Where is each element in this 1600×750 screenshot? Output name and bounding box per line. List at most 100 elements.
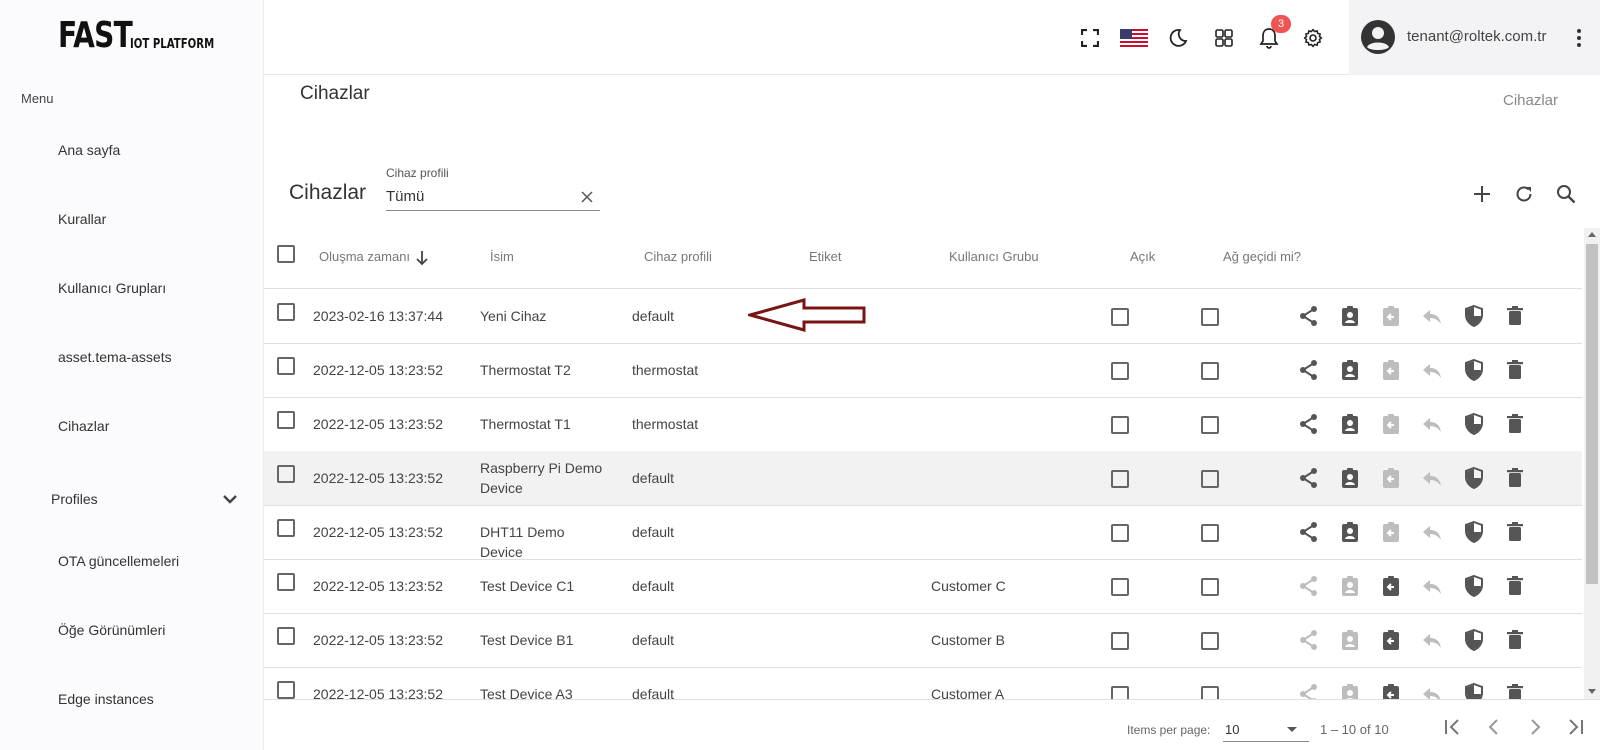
table-row[interactable]: 2022-12-05 13:23:52 Raspberry Pi Demo Dev…: [264, 451, 1582, 506]
previous-page-icon[interactable]: [1482, 715, 1506, 739]
unassign-icon[interactable]: [1379, 682, 1403, 699]
column-user-group[interactable]: Kullanıcı Grubu: [949, 249, 1039, 264]
add-icon[interactable]: [1470, 182, 1494, 206]
breadcrumb[interactable]: Cihazlar: [1503, 92, 1558, 109]
row-checkbox[interactable]: [277, 627, 295, 645]
unassign-icon[interactable]: [1379, 520, 1403, 544]
table-row[interactable]: 2022-12-05 13:23:52 Test Device C1 default…: [264, 559, 1582, 614]
unassign-icon[interactable]: [1379, 574, 1403, 598]
delete-icon[interactable]: [1503, 574, 1527, 598]
next-page-icon[interactable]: [1523, 715, 1547, 739]
gear-icon[interactable]: [1301, 26, 1325, 50]
share-icon[interactable]: [1297, 628, 1321, 652]
first-page-icon[interactable]: [1440, 715, 1464, 739]
sidebar-item-edge-instances[interactable]: Edge instances: [0, 679, 262, 719]
column-name[interactable]: İsim: [490, 249, 514, 264]
row-checkbox[interactable]: [277, 519, 295, 537]
sidebar-item-ota-updates[interactable]: OTA güncellemeleri: [0, 541, 262, 581]
security-shield-icon[interactable]: [1462, 520, 1486, 544]
row-checkbox[interactable]: [277, 465, 295, 483]
unassign-icon[interactable]: [1379, 466, 1403, 490]
fullscreen-icon[interactable]: [1078, 26, 1102, 50]
sidebar-item-user-groups[interactable]: Kullanıcı Grupları: [0, 268, 262, 308]
security-shield-icon[interactable]: [1462, 358, 1486, 382]
select-all-checkbox[interactable]: [277, 245, 295, 263]
share-icon[interactable]: [1297, 412, 1321, 436]
unassign-icon[interactable]: [1379, 358, 1403, 382]
assign-icon[interactable]: [1338, 304, 1362, 328]
created-time-cell: 2022-12-05 13:23:52: [313, 416, 443, 432]
share-icon[interactable]: [1297, 520, 1321, 544]
grid-icon[interactable]: [1212, 26, 1236, 50]
device-name-cell: Thermostat T1: [480, 416, 571, 432]
chevron-down-icon[interactable]: [222, 491, 238, 507]
last-page-icon[interactable]: [1564, 715, 1588, 739]
page-size-select[interactable]: 10: [1223, 718, 1309, 742]
share-icon[interactable]: [1297, 466, 1321, 490]
row-checkbox[interactable]: [277, 357, 295, 375]
moon-icon[interactable]: [1166, 26, 1190, 50]
unassign-icon[interactable]: [1379, 304, 1403, 328]
user-menu[interactable]: tenant@roltek.com.tr: [1349, 0, 1600, 75]
security-shield-icon[interactable]: [1462, 574, 1486, 598]
assign-icon[interactable]: [1338, 358, 1362, 382]
delete-icon[interactable]: [1503, 628, 1527, 652]
delete-icon[interactable]: [1503, 520, 1527, 544]
logo[interactable]: FAST IOT PLATFORM: [58, 18, 238, 54]
table-row[interactable]: 2022-12-05 13:23:52 Test Device A3 default…: [264, 667, 1582, 699]
security-shield-icon[interactable]: [1462, 304, 1486, 328]
sidebar-item-assets[interactable]: asset.tema-assets: [0, 337, 262, 377]
row-checkbox[interactable]: [277, 573, 295, 591]
unassign-icon[interactable]: [1379, 628, 1403, 652]
scrollbar-thumb[interactable]: [1586, 244, 1598, 584]
us-flag-icon[interactable]: [1120, 26, 1148, 50]
refresh-icon[interactable]: [1512, 182, 1536, 206]
unassign-icon[interactable]: [1379, 412, 1403, 436]
delete-icon[interactable]: [1503, 304, 1527, 328]
sidebar-item-devices[interactable]: Cihazlar: [0, 406, 262, 446]
column-device-profile[interactable]: Cihaz profili: [644, 249, 712, 264]
delete-icon[interactable]: [1503, 466, 1527, 490]
row-checkbox[interactable]: [277, 681, 295, 699]
column-created-time[interactable]: Oluşma zamanı: [319, 249, 410, 264]
table-row[interactable]: 2022-12-05 13:23:52 Test Device B1 default…: [264, 613, 1582, 668]
search-icon[interactable]: [1554, 182, 1578, 206]
column-label[interactable]: Etiket: [809, 249, 842, 264]
scroll-up-icon[interactable]: [1588, 232, 1596, 237]
row-checkbox[interactable]: [277, 411, 295, 429]
device-name-cell: Thermostat T2: [480, 362, 571, 378]
assign-icon[interactable]: [1338, 466, 1362, 490]
delete-icon[interactable]: [1503, 358, 1527, 382]
security-shield-icon[interactable]: [1462, 682, 1486, 699]
assign-icon[interactable]: [1338, 412, 1362, 436]
share-icon[interactable]: [1297, 574, 1321, 598]
arrow-down-icon[interactable]: [415, 250, 429, 266]
share-icon[interactable]: [1297, 358, 1321, 382]
assign-icon[interactable]: [1338, 520, 1362, 544]
sidebar-item-profiles[interactable]: Profiles: [0, 479, 262, 519]
security-shield-icon[interactable]: [1462, 628, 1486, 652]
gateway-checkbox: [1201, 686, 1219, 699]
delete-icon[interactable]: [1503, 682, 1527, 699]
table-row[interactable]: 2022-12-05 13:23:52 DHT11 Demo Device defa…: [264, 505, 1582, 560]
scroll-down-icon[interactable]: [1588, 689, 1596, 694]
delete-icon[interactable]: [1503, 412, 1527, 436]
row-checkbox[interactable]: [277, 303, 295, 321]
close-icon[interactable]: [580, 190, 594, 204]
assign-icon[interactable]: [1338, 682, 1362, 699]
assign-icon[interactable]: [1338, 574, 1362, 598]
security-shield-icon[interactable]: [1462, 412, 1486, 436]
kebab-menu-icon[interactable]: [1571, 26, 1587, 50]
table-row[interactable]: 2022-12-05 13:23:52 Thermostat T2 thermost…: [264, 343, 1582, 398]
table-row[interactable]: 2023-02-16 13:37:44 Yeni Cihaz default: [264, 289, 1582, 344]
filter-input[interactable]: Tümü: [386, 185, 600, 211]
sidebar-item-widgets[interactable]: Öğe Görünümleri: [0, 610, 262, 650]
share-icon[interactable]: [1297, 304, 1321, 328]
share-icon[interactable]: [1297, 682, 1321, 699]
table-row[interactable]: 2022-12-05 13:23:52 Thermostat T1 thermost…: [264, 397, 1582, 452]
assign-icon[interactable]: [1338, 628, 1362, 652]
sidebar-item-rules[interactable]: Kurallar: [0, 199, 262, 239]
device-profile-filter[interactable]: Cihaz profili Tümü: [386, 166, 600, 211]
security-shield-icon[interactable]: [1462, 466, 1486, 490]
sidebar-item-home[interactable]: Ana sayfa: [0, 130, 262, 170]
